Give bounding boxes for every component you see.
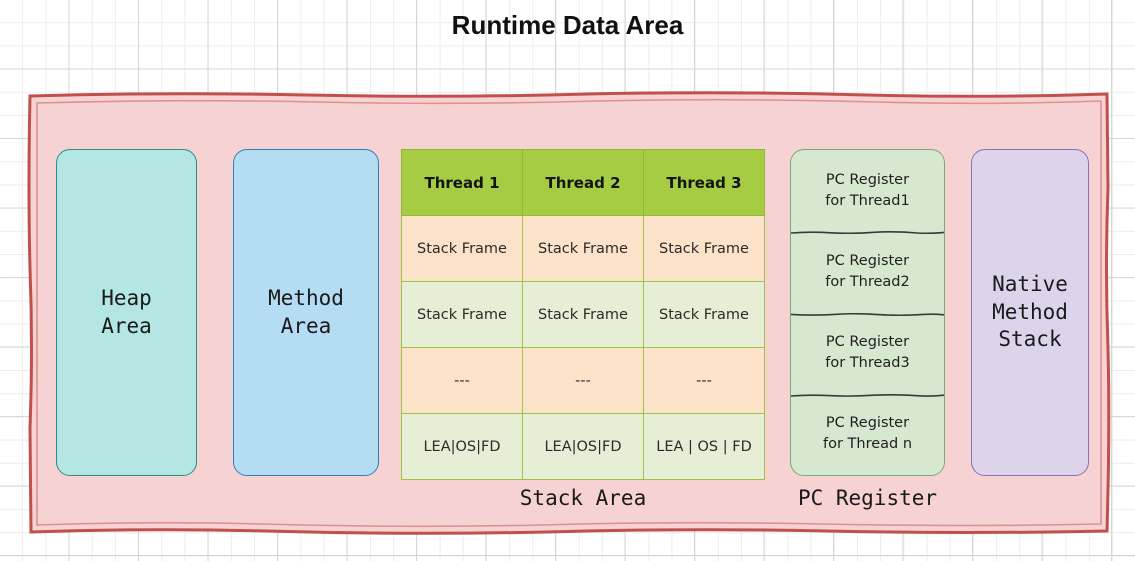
runtime-data-area-container: Heap Area Method Area Thread 1 Thread 2 … [27, 88, 1111, 537]
stack-cell: Stack Frame [522, 281, 644, 348]
stack-cell: LEA|OS|FD [401, 413, 523, 480]
thread-1-header: Thread 1 [401, 149, 523, 216]
table-row: Stack Frame Stack Frame Stack Frame [401, 215, 765, 282]
stack-cell: --- [401, 347, 523, 414]
stack-area-caption: Stack Area [519, 486, 647, 510]
stack-cell: LEA|OS|FD [522, 413, 644, 480]
pc-register-cell: PC Register for Thread2 [825, 252, 910, 290]
pc-register-cell: PC Register for Thread n [822, 415, 913, 453]
thread-2-header: Thread 2 [522, 149, 644, 216]
table-header-row: Thread 1 Thread 2 Thread 3 [401, 149, 765, 216]
heap-area-box: Heap Area [56, 149, 197, 476]
native-method-stack-box: Native Method Stack [971, 149, 1089, 476]
stack-cell: Stack Frame [643, 215, 765, 282]
stack-cell: Stack Frame [522, 215, 644, 282]
stack-cell: --- [643, 347, 765, 414]
stack-cell: Stack Frame [643, 281, 765, 348]
stack-cell: LEA | OS | FD [643, 413, 765, 480]
stack-cell: Stack Frame [401, 215, 523, 282]
pc-register-cell: PC Register for Thread3 [825, 334, 910, 372]
thread-3-header: Thread 3 [643, 149, 765, 216]
pc-register-box: PC Register for Thread1 PC Register for … [790, 149, 945, 476]
stack-cell: Stack Frame [401, 281, 523, 348]
stack-cell: --- [522, 347, 644, 414]
pc-register-cell: PC Register for Thread1 [825, 171, 910, 209]
table-row: --- --- --- [401, 347, 765, 414]
table-row: LEA|OS|FD LEA|OS|FD LEA | OS | FD [401, 413, 765, 480]
page-title: Runtime Data Area [451, 10, 684, 40]
stack-area-table: Thread 1 Thread 2 Thread 3 Stack Frame S… [401, 149, 765, 480]
method-area-box: Method Area [233, 149, 379, 476]
table-row: Stack Frame Stack Frame Stack Frame [401, 281, 765, 348]
pc-register-caption: PC Register [797, 486, 938, 510]
